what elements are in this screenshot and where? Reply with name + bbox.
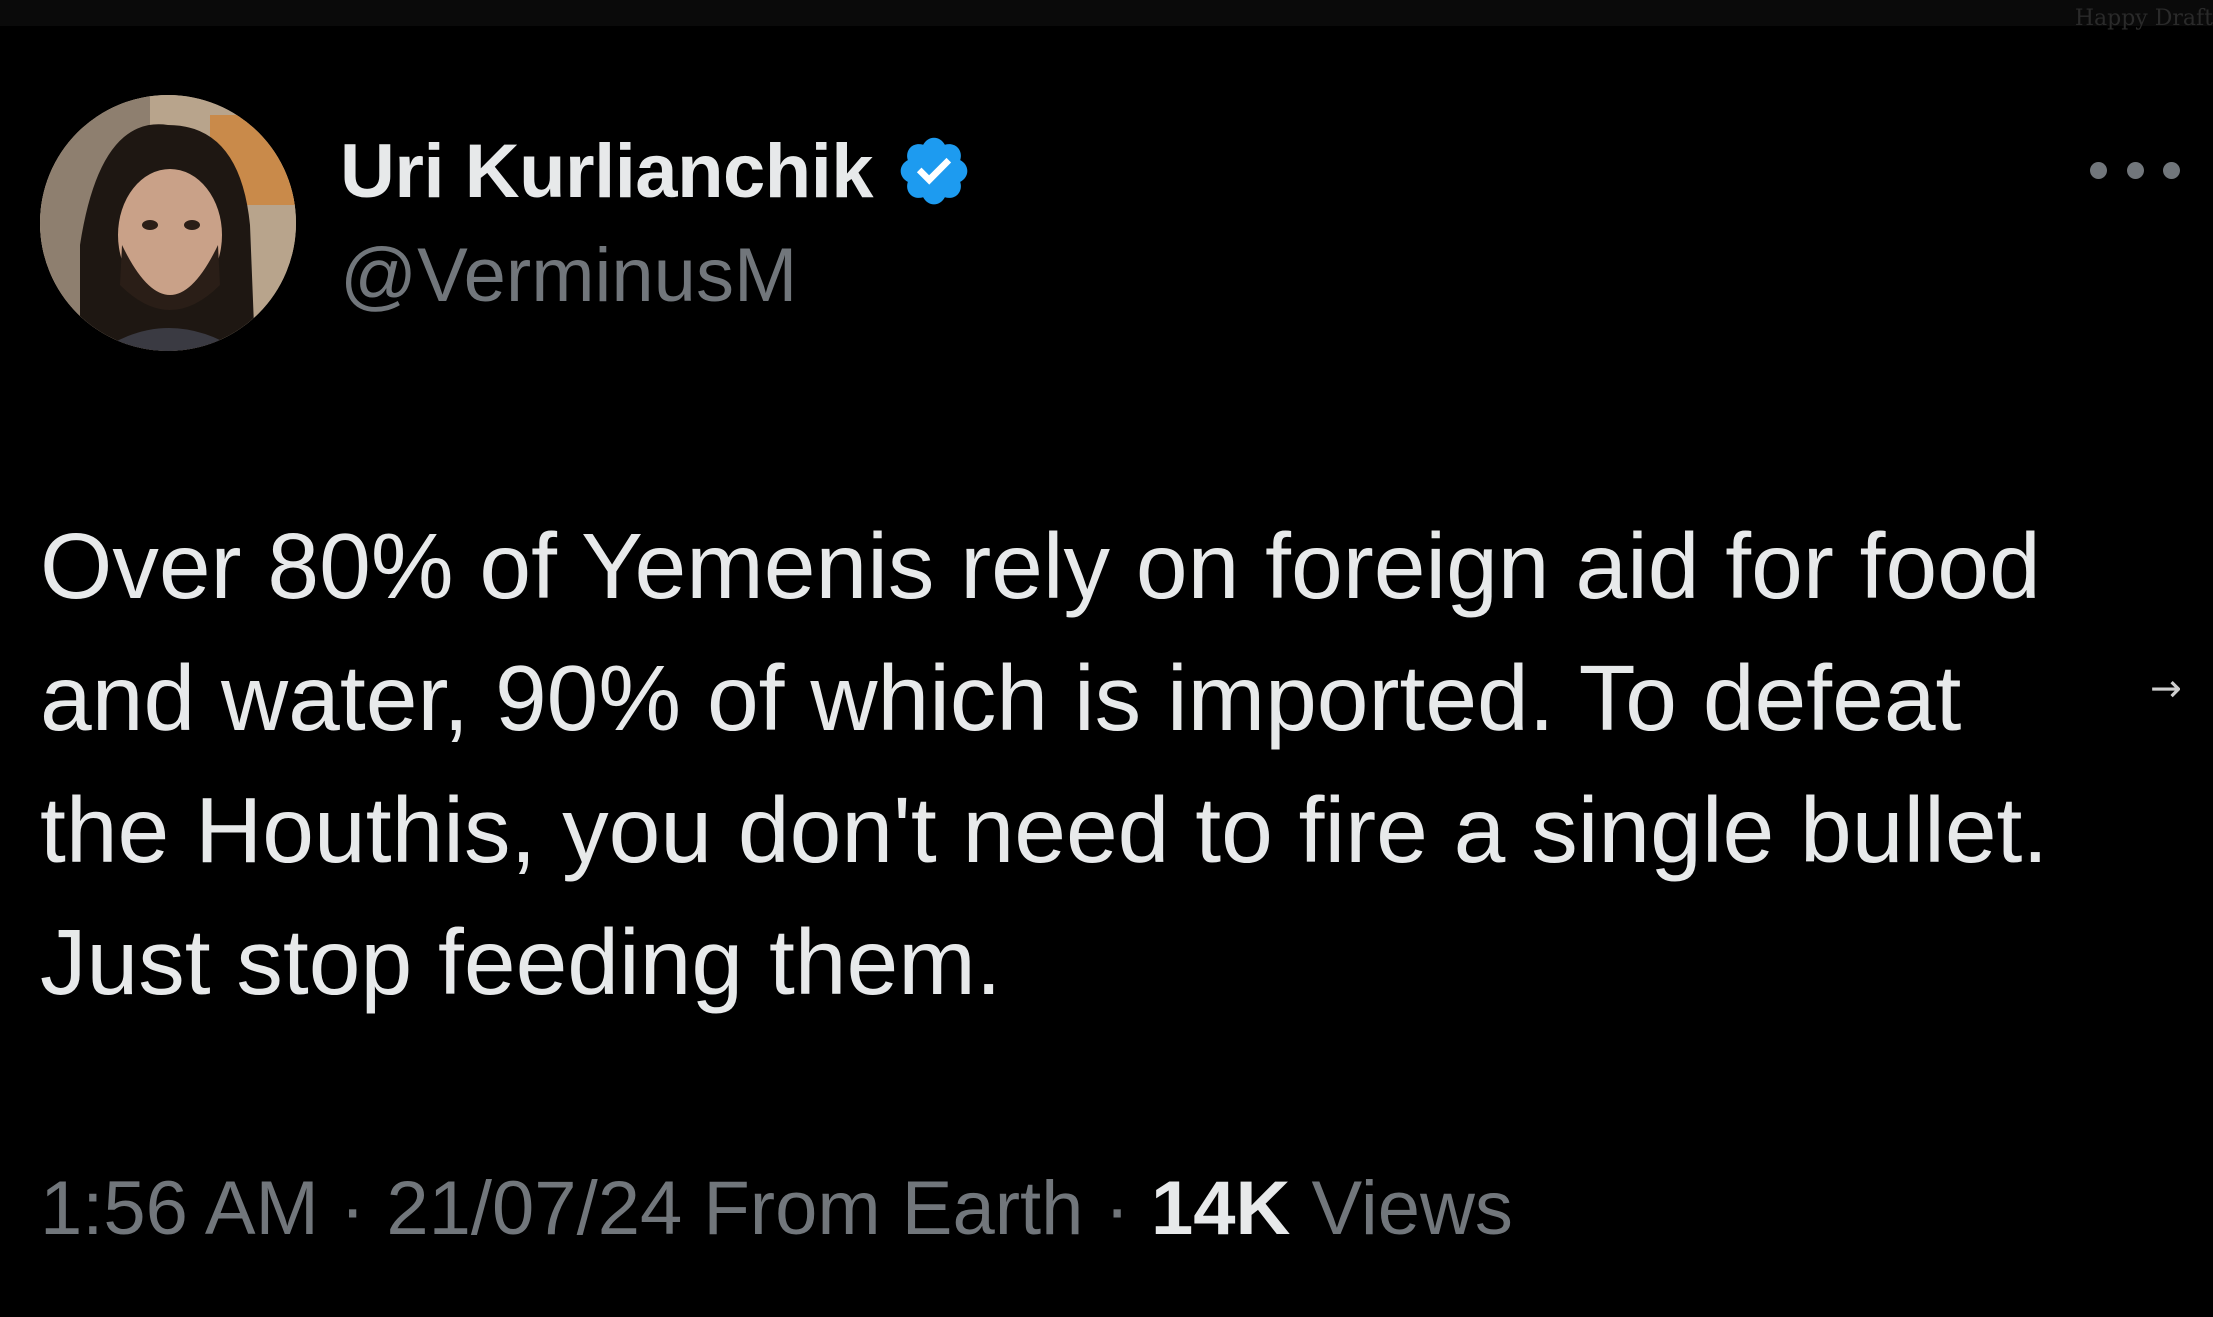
tweet-text: Over 80% of Yemenis rely on foreign aid … [40, 500, 2180, 1028]
more-dot [2163, 161, 2180, 179]
more-options-icon[interactable] [2090, 150, 2180, 190]
watermark-text: Happy Draft [2074, 6, 2213, 31]
user-handle[interactable]: @VerminusM [340, 232, 797, 319]
meta-separator: · [1083, 1166, 1151, 1251]
avatar[interactable] [40, 95, 296, 351]
top-strip [0, 0, 2213, 26]
tweet-line: Just stop feeding them. [40, 910, 1002, 1014]
tweet-date[interactable]: 21/07/24 [386, 1166, 682, 1251]
tweet-meta: 1:56 AM · 21/07/24 From Earth · 14K View… [40, 1165, 1513, 1252]
display-name[interactable]: Uri Kurlianchik [340, 128, 874, 215]
arrow-right-icon[interactable]: → [2150, 666, 2182, 710]
tweet-line: Over 80% of Yemenis rely on foreign aid … [40, 514, 2041, 618]
verified-badge-icon[interactable] [895, 132, 973, 210]
tweet-line: and water, 90% of which is imported. To … [40, 646, 1962, 750]
meta-separator: · [318, 1166, 387, 1251]
more-dot [2126, 161, 2144, 179]
views-count[interactable]: 14K [1151, 1166, 1290, 1251]
more-dot [2090, 161, 2107, 179]
tweet-time[interactable]: 1:56 AM [40, 1166, 319, 1251]
display-name-row[interactable]: Uri Kurlianchik [340, 126, 973, 216]
tweet-line: the Houthis, you don't need to fire a si… [40, 778, 2049, 882]
tweet-source: From Earth [682, 1166, 1084, 1251]
avatar-photo [40, 95, 296, 351]
views-label: Views [1290, 1166, 1513, 1251]
